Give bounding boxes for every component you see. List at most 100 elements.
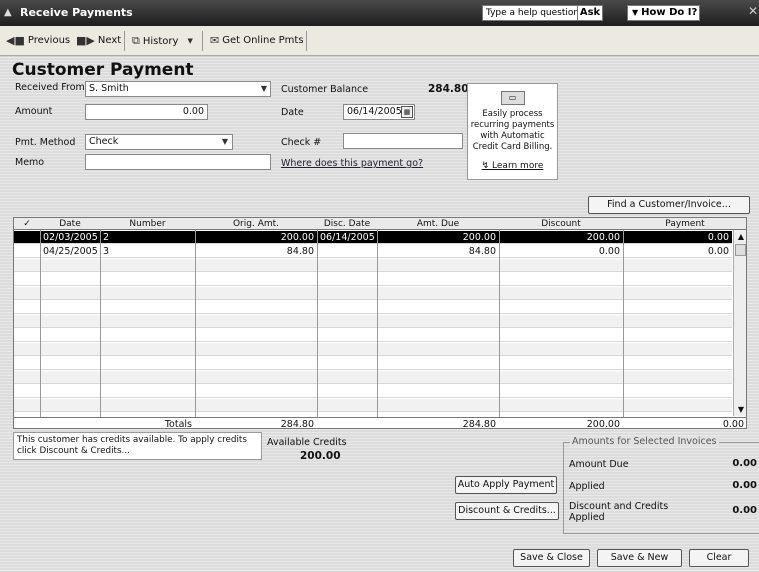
check-number-field[interactable] — [343, 133, 463, 149]
row-date: 04/25/2005 — [43, 246, 98, 257]
grid-scrollbar[interactable]: ▲ ▼ — [733, 230, 746, 416]
scroll-down-icon[interactable]: ▼ — [734, 403, 746, 416]
help-search-input[interactable]: Type a help question — [482, 5, 578, 21]
previous-label: Previous — [27, 35, 71, 46]
next-arrow-icon: ■▶ — [76, 34, 95, 47]
empty-row[interactable] — [14, 301, 732, 314]
empty-row[interactable] — [14, 315, 732, 328]
row-orig-amt: 200.00 — [280, 232, 314, 243]
received-from-field[interactable]: S. Smith — [85, 81, 271, 97]
pmt-method-label: Pmt. Method — [15, 137, 76, 148]
next-label: Next — [97, 35, 122, 46]
applied-value: 0.00 — [732, 480, 757, 491]
window-title: Receive Payments — [20, 6, 133, 19]
history-label: History — [142, 35, 179, 47]
empty-row[interactable] — [14, 287, 732, 300]
totals-label: Totals — [164, 419, 192, 429]
received-from-dropdown-icon[interactable]: ▼ — [257, 81, 271, 97]
clear-button[interactable]: Clear — [689, 549, 749, 567]
amount-field[interactable]: 0.00 — [85, 104, 208, 120]
col-amt-due-header[interactable]: Amt. Due — [377, 218, 499, 230]
row-amt-due: 200.00 — [462, 232, 496, 243]
col-payment-header[interactable]: Payment — [623, 218, 746, 230]
how-do-i-label: How Do I? — [641, 7, 698, 18]
ask-button[interactable]: Ask — [577, 5, 603, 21]
pmt-method-dropdown-icon[interactable]: ▼ — [218, 134, 232, 150]
amounts-selected-invoices: Amounts for Selected Invoices Amount Due… — [563, 436, 759, 534]
toolbar-separator — [306, 31, 307, 51]
row-number: 2 — [103, 232, 110, 243]
close-icon[interactable]: ✕ — [748, 4, 759, 22]
column-divider — [195, 230, 196, 417]
calendar-icon[interactable]: ▦ — [401, 106, 413, 118]
triangle-down-icon: ▼ — [632, 8, 639, 17]
find-customer-invoice-button[interactable]: Find a Customer/Invoice... — [588, 196, 750, 214]
window-title-bar: ▲ Receive Payments Type a help question … — [0, 0, 759, 26]
row-discount: 0.00 — [598, 246, 620, 257]
next-button[interactable]: ■▶ Next — [76, 34, 121, 47]
history-button[interactable]: ⧉ History ▼ — [132, 34, 193, 48]
totals-amt-due: 284.80 — [462, 419, 496, 429]
grid-header: ✓ Date Number Orig. Amt. Disc. Date Amt.… — [14, 218, 746, 230]
date-label: Date — [281, 107, 304, 118]
history-dropdown-icon: ▼ — [187, 37, 193, 45]
available-credits-value: 200.00 — [300, 450, 341, 462]
empty-row[interactable] — [14, 399, 732, 412]
ad-text: Easily process recurring payments with A… — [470, 109, 555, 152]
save-close-button[interactable]: Save & Close — [513, 549, 590, 567]
col-discount-header[interactable]: Discount — [499, 218, 623, 230]
row-disc-date: 06/14/2005 — [320, 232, 375, 243]
empty-row[interactable] — [14, 343, 732, 356]
totals-row: Totals 284.80 284.80 200.00 0.00 — [14, 417, 746, 429]
row-payment: 0.00 — [707, 246, 729, 257]
previous-button[interactable]: ◀■ Previous — [6, 34, 70, 47]
auto-apply-payment-button[interactable]: Auto Apply Payment — [455, 476, 557, 494]
toolbar-separator — [124, 31, 125, 51]
row-payment: 0.00 — [707, 232, 729, 243]
column-divider — [623, 230, 624, 417]
empty-row[interactable] — [14, 329, 732, 342]
table-row[interactable]: 04/25/2005 3 84.80 84.80 0.00 0.00 — [14, 245, 732, 258]
lightning-icon: ↯ — [481, 161, 493, 171]
empty-row[interactable] — [14, 385, 732, 398]
amounts-legend: Amounts for Selected Invoices — [570, 436, 719, 447]
empty-row[interactable] — [14, 371, 732, 384]
credit-card-billing-ad: ▭ Easily process recurring payments with… — [467, 83, 558, 180]
table-row[interactable]: 02/03/2005 2 200.00 06/14/2005 200.00 20… — [14, 231, 732, 244]
where-payment-go-link[interactable]: Where does this payment go? — [281, 158, 423, 169]
empty-row[interactable] — [14, 273, 732, 286]
save-new-button[interactable]: Save & New — [597, 549, 682, 567]
column-divider — [377, 230, 378, 417]
empty-row[interactable] — [14, 259, 732, 272]
row-orig-amt: 84.80 — [286, 246, 314, 257]
previous-arrow-icon: ◀■ — [6, 34, 25, 47]
empty-row[interactable] — [14, 357, 732, 370]
row-discount: 200.00 — [586, 232, 620, 243]
toolbar-separator — [202, 31, 203, 51]
applied-label: Applied — [569, 481, 605, 492]
pmt-method-field[interactable]: Check — [85, 134, 233, 150]
col-check-header[interactable]: ✓ — [14, 218, 40, 230]
memo-field[interactable] — [85, 154, 271, 170]
totals-payment: 0.00 — [722, 419, 744, 429]
online-payments-icon: ✉ — [210, 34, 220, 47]
receive-payments-icon: ▲ — [4, 7, 12, 18]
column-divider — [100, 230, 101, 417]
toolbar: ◀■ Previous ■▶ Next ⧉ History ▼ ✉ Get Online … — [0, 26, 759, 56]
col-date-header[interactable]: Date — [40, 218, 100, 230]
column-divider — [40, 230, 41, 417]
customer-balance-label: Customer Balance — [281, 84, 369, 95]
scroll-thumb[interactable] — [735, 244, 746, 256]
learn-more-link[interactable]: ↯ Learn more — [468, 161, 557, 172]
learn-more-label: Learn more — [492, 161, 544, 171]
row-date: 02/03/2005 — [43, 232, 98, 243]
scroll-up-icon[interactable]: ▲ — [734, 230, 746, 243]
discount-credits-button[interactable]: Discount & Credits... — [455, 502, 559, 520]
col-disc-date-header[interactable]: Disc. Date — [317, 218, 377, 230]
how-do-i-button[interactable]: ▼ How Do I? — [627, 5, 700, 21]
col-orig-amt-header[interactable]: Orig. Amt. — [195, 218, 317, 230]
col-number-header[interactable]: Number — [100, 218, 195, 230]
get-online-pmts-button[interactable]: ✉ Get Online Pmts — [210, 34, 304, 47]
memo-label: Memo — [15, 157, 45, 168]
amount-label: Amount — [15, 106, 53, 117]
